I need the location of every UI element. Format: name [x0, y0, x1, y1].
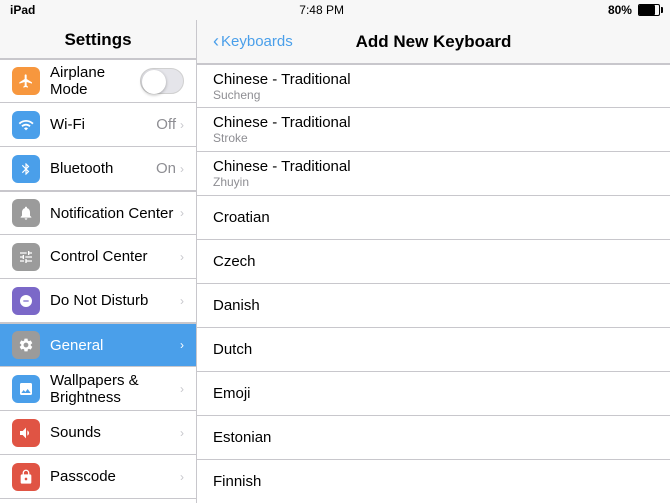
control-chevron: › — [180, 250, 184, 264]
passcode-icon — [12, 463, 40, 491]
sidebar-item-general[interactable]: General › — [0, 323, 196, 367]
general-label: General — [50, 337, 176, 354]
keyboard-name: Croatian — [213, 209, 654, 226]
keyboard-name: Finnish — [213, 473, 654, 490]
keyboard-name: Chinese - Traditional — [213, 158, 654, 175]
control-label: Control Center — [50, 248, 176, 265]
airplane-label: Airplane Mode — [50, 64, 140, 98]
keyboard-name: Estonian — [213, 429, 654, 446]
keyboard-name: Chinese - Traditional — [213, 114, 654, 131]
keyboard-name: Dutch — [213, 341, 654, 358]
passcode-chevron: › — [180, 470, 184, 484]
sidebar-item-wifi[interactable]: Wi-Fi Off › — [0, 103, 196, 147]
status-right: 80% — [608, 3, 660, 17]
wifi-chevron: › — [180, 118, 184, 132]
airplane-toggle[interactable] — [140, 68, 184, 94]
sidebar: Settings Airplane Mode Wi-Fi Off › — [0, 20, 197, 503]
wifi-value: Off — [156, 116, 176, 133]
keyboard-list-item[interactable]: Croatian — [197, 196, 670, 240]
sidebar-title: Settings — [0, 20, 196, 59]
battery-percent: 80% — [608, 3, 632, 17]
keyboard-list-item[interactable]: Dutch — [197, 328, 670, 372]
donotdisturb-label: Do Not Disturb — [50, 292, 176, 309]
keyboard-name: Emoji — [213, 385, 654, 402]
keyboard-list-item[interactable]: Finnish — [197, 460, 670, 503]
right-header: ‹ Keyboards Add New Keyboard — [197, 20, 670, 64]
battery-icon — [638, 4, 660, 16]
donotdisturb-icon — [12, 287, 40, 315]
wallpaper-chevron: › — [180, 382, 184, 396]
notification-chevron: › — [180, 206, 184, 220]
keyboard-sub: Stroke — [213, 131, 654, 145]
airplane-icon — [12, 67, 40, 95]
wifi-icon — [12, 111, 40, 139]
back-label: Keyboards — [221, 33, 293, 50]
general-icon — [12, 331, 40, 359]
keyboard-name: Czech — [213, 253, 654, 270]
sidebar-section-3: General › Wallpapers & Brightness › Soun… — [0, 323, 196, 503]
keyboard-list-item[interactable]: Emoji — [197, 372, 670, 416]
sidebar-item-wallpaper[interactable]: Wallpapers & Brightness › — [0, 367, 196, 411]
sidebar-item-notification[interactable]: Notification Center › — [0, 191, 196, 235]
sidebar-item-passcode[interactable]: Passcode › — [0, 455, 196, 499]
back-button[interactable]: ‹ Keyboards — [213, 31, 293, 52]
keyboard-list-item[interactable]: Chinese - TraditionalSucheng — [197, 64, 670, 108]
keyboard-list: Chinese - TraditionalSuchengChinese - Tr… — [197, 64, 670, 503]
status-time: 7:48 PM — [299, 3, 344, 17]
keyboard-name: Chinese - Traditional — [213, 71, 654, 88]
bluetooth-chevron: › — [180, 162, 184, 176]
sidebar-item-privacy[interactable]: Privacy › — [0, 499, 196, 503]
bluetooth-label: Bluetooth — [50, 160, 156, 177]
sidebar-item-control[interactable]: Control Center › — [0, 235, 196, 279]
sidebar-section-2: Notification Center › Control Center › D… — [0, 191, 196, 323]
back-chevron-icon: ‹ — [213, 31, 219, 52]
bluetooth-icon — [12, 155, 40, 183]
notification-label: Notification Center — [50, 205, 176, 222]
status-device: iPad — [10, 3, 35, 17]
wallpaper-label: Wallpapers & Brightness — [50, 372, 176, 406]
donotdisturb-chevron: › — [180, 294, 184, 308]
keyboard-list-item[interactable]: Chinese - TraditionalStroke — [197, 108, 670, 152]
sidebar-section-1: Airplane Mode Wi-Fi Off › Bluetooth On › — [0, 59, 196, 191]
sounds-chevron: › — [180, 426, 184, 440]
wallpaper-icon — [12, 375, 40, 403]
keyboard-list-item[interactable]: Chinese - TraditionalZhuyin — [197, 152, 670, 196]
sidebar-item-airplane[interactable]: Airplane Mode — [0, 59, 196, 103]
bluetooth-value: On — [156, 160, 176, 177]
status-bar: iPad 7:48 PM 80% — [0, 0, 670, 20]
keyboard-list-item[interactable]: Danish — [197, 284, 670, 328]
right-panel: ‹ Keyboards Add New Keyboard Chinese - T… — [197, 20, 670, 503]
sounds-icon — [12, 419, 40, 447]
right-panel-title: Add New Keyboard — [356, 32, 512, 52]
control-icon — [12, 243, 40, 271]
sidebar-item-donotdisturb[interactable]: Do Not Disturb › — [0, 279, 196, 323]
sidebar-item-sounds[interactable]: Sounds › — [0, 411, 196, 455]
notification-icon — [12, 199, 40, 227]
passcode-label: Passcode — [50, 468, 176, 485]
wifi-label: Wi-Fi — [50, 116, 156, 133]
general-chevron: › — [180, 338, 184, 352]
keyboard-sub: Sucheng — [213, 88, 654, 102]
sounds-label: Sounds — [50, 424, 176, 441]
keyboard-list-item[interactable]: Estonian — [197, 416, 670, 460]
sidebar-item-bluetooth[interactable]: Bluetooth On › — [0, 147, 196, 191]
keyboard-name: Danish — [213, 297, 654, 314]
keyboard-list-item[interactable]: Czech — [197, 240, 670, 284]
keyboard-sub: Zhuyin — [213, 175, 654, 189]
